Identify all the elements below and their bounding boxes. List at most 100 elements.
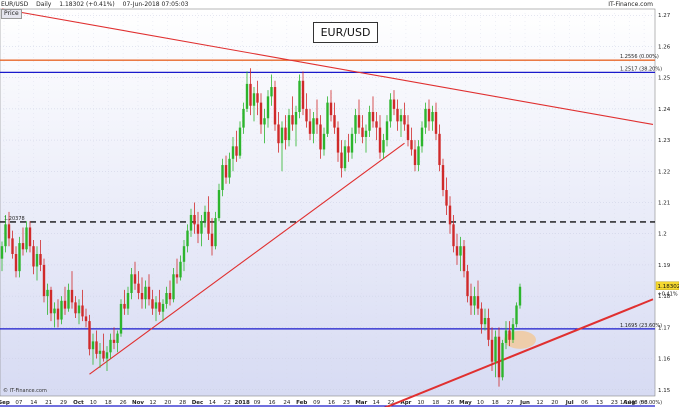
candle-body bbox=[123, 303, 126, 309]
candle-body bbox=[214, 218, 217, 247]
candle-body bbox=[235, 146, 238, 156]
candle-body bbox=[112, 339, 116, 343]
candle-body bbox=[130, 274, 133, 294]
x-tick-label: 07 bbox=[15, 400, 22, 406]
x-tick-label: 2018 bbox=[235, 400, 250, 406]
x-tick-label: 21 bbox=[45, 400, 52, 406]
candle-body bbox=[375, 121, 378, 128]
x-tick-label: 14 bbox=[373, 400, 380, 406]
y-tick-label: 1.27 bbox=[658, 13, 671, 19]
candle-body bbox=[354, 115, 357, 134]
y-tick-label: 1.22 bbox=[658, 169, 670, 175]
candle-body bbox=[413, 149, 417, 166]
x-tick-label: 06 bbox=[581, 400, 588, 406]
candle-body bbox=[403, 115, 406, 125]
candle-body bbox=[46, 289, 49, 297]
candle-body bbox=[406, 124, 410, 141]
x-tick-label: 12 bbox=[149, 400, 156, 406]
y-tick-label: 1.2 bbox=[658, 232, 667, 238]
x-tick-label: 14 bbox=[209, 400, 216, 406]
candle-body bbox=[280, 127, 284, 144]
candle-body bbox=[168, 293, 172, 300]
candle-body bbox=[287, 115, 291, 141]
candle-body bbox=[228, 158, 231, 178]
candle-body bbox=[504, 330, 508, 343]
candle-body bbox=[175, 274, 179, 278]
candle-body bbox=[273, 87, 277, 125]
price-panel-tab[interactable]: Price bbox=[1, 9, 22, 19]
candle-body bbox=[501, 342, 504, 378]
candle-body bbox=[21, 243, 25, 250]
candle-body bbox=[158, 302, 161, 312]
candle-body bbox=[14, 253, 18, 272]
candle-body bbox=[452, 224, 455, 247]
last-price-value: 1.18302 bbox=[658, 284, 679, 290]
candle-body bbox=[11, 238, 14, 254]
x-tick-label: Oct bbox=[73, 400, 84, 406]
candle-body bbox=[424, 108, 427, 128]
x-tick-label: 12 bbox=[536, 400, 543, 406]
x-tick-label: 22 bbox=[224, 400, 231, 406]
candle-body bbox=[25, 227, 28, 250]
price-chart[interactable]: 1.151.161.171.181.191.21.211.221.231.241… bbox=[0, 0, 679, 407]
level-label: 1.1448 (50.00%) bbox=[620, 400, 662, 406]
level-label: 1.1695 (23.60%) bbox=[620, 323, 662, 329]
candle-body bbox=[270, 87, 273, 97]
candle-body bbox=[172, 274, 175, 300]
candle-body bbox=[448, 205, 452, 225]
candle-body bbox=[494, 336, 497, 362]
candle-body bbox=[301, 80, 305, 109]
candle-body bbox=[39, 253, 42, 265]
timestamp-label: 07-Jun-2018 07:05:03 bbox=[122, 1, 189, 8]
candle-body bbox=[109, 339, 112, 353]
candle-body bbox=[329, 102, 333, 116]
candle-body bbox=[0, 246, 4, 259]
candle-body bbox=[371, 111, 375, 122]
candle-body bbox=[81, 305, 84, 317]
candle-body bbox=[368, 111, 371, 131]
candle-body bbox=[256, 93, 259, 103]
candle-body bbox=[224, 165, 228, 178]
candle-body bbox=[242, 108, 245, 128]
candle-body bbox=[245, 83, 249, 109]
candle-body bbox=[350, 133, 354, 153]
candle-body bbox=[193, 214, 196, 225]
candle-body bbox=[32, 246, 35, 267]
candle-body bbox=[179, 261, 182, 278]
x-tick-label: Feb bbox=[296, 400, 307, 406]
x-tick-label: 20 bbox=[164, 400, 171, 406]
candle-body bbox=[333, 115, 336, 128]
x-tick-label: 16 bbox=[268, 400, 275, 406]
candle-body bbox=[154, 302, 158, 309]
candle-body bbox=[312, 118, 315, 134]
candle-body bbox=[294, 111, 298, 125]
candle-body bbox=[140, 293, 144, 300]
candle-body bbox=[77, 305, 81, 314]
candle-body bbox=[284, 127, 287, 141]
level-label: 1.20378 bbox=[4, 216, 25, 222]
x-tick-label: Dec bbox=[192, 400, 204, 406]
candle-body bbox=[399, 115, 403, 122]
candle-body bbox=[221, 165, 224, 191]
level-label: 1.2556 (0.00%) bbox=[620, 54, 659, 60]
x-tick-label: 10 bbox=[477, 400, 484, 406]
candle-body bbox=[392, 99, 396, 109]
candle-body bbox=[382, 140, 385, 153]
candle-body bbox=[410, 140, 413, 150]
x-tick-label: 23 bbox=[343, 400, 350, 406]
x-tick-label: 10 bbox=[90, 400, 97, 406]
candle-body bbox=[378, 127, 382, 153]
candle-body bbox=[263, 118, 266, 125]
y-tick-label: 1.25 bbox=[658, 76, 671, 82]
candle-body bbox=[431, 111, 434, 122]
candle-body bbox=[483, 317, 487, 325]
candle-body bbox=[67, 289, 70, 309]
candle-body bbox=[511, 324, 515, 340]
candle-body bbox=[231, 146, 235, 159]
y-tick-label: 1.19 bbox=[658, 263, 671, 269]
x-tick-label: 14 bbox=[30, 400, 37, 406]
candle-body bbox=[60, 300, 63, 320]
candle-body bbox=[291, 115, 294, 125]
candle-body bbox=[91, 341, 95, 350]
x-tick-label: 18 bbox=[432, 400, 439, 406]
